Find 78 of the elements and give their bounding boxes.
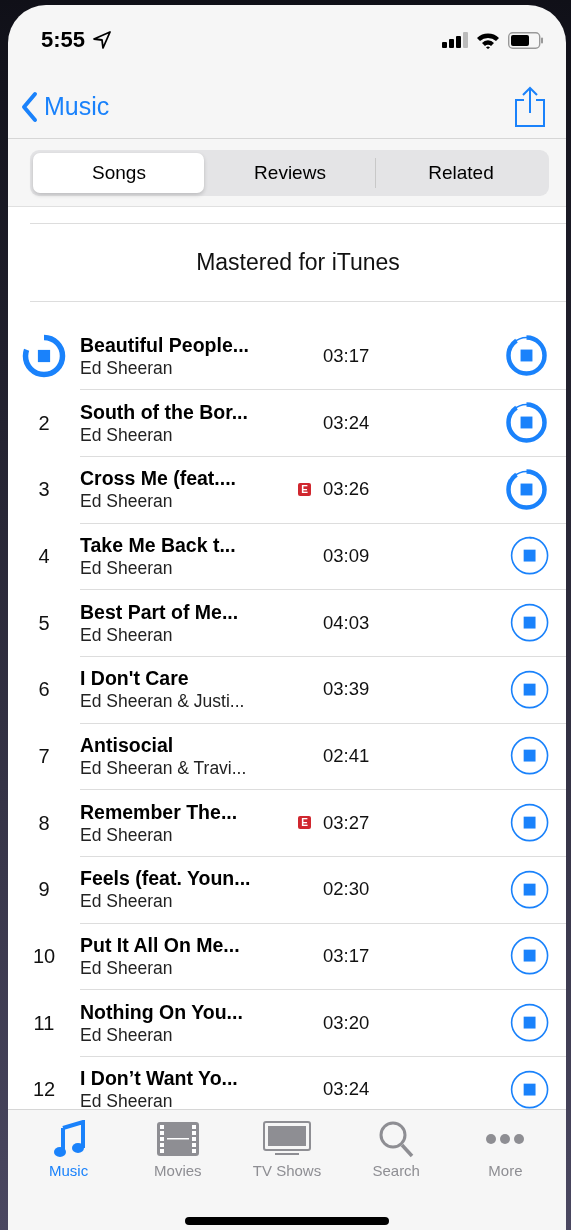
track-number: 9	[38, 878, 50, 902]
track-title[interactable]: I Don't Care	[80, 666, 285, 691]
track-artist: Ed Sheeran	[80, 957, 174, 980]
track-title[interactable]: Feels (feat. Youn...	[80, 866, 285, 891]
stop-download-button[interactable]	[509, 1069, 549, 1109]
track-number: 12	[32, 1078, 56, 1102]
share-icon[interactable]	[514, 85, 546, 128]
wifi-icon	[476, 31, 500, 49]
stop-download-button[interactable]	[509, 869, 549, 909]
track-title[interactable]: Cross Me (feat....	[80, 466, 285, 491]
segment-tab[interactable]: Reviews	[204, 152, 375, 193]
stop-download-button[interactable]	[504, 466, 549, 512]
battery-icon	[508, 31, 544, 49]
track-artist: Ed Sheeran	[80, 1023, 174, 1046]
track-artist: Ed Sheeran	[80, 356, 174, 379]
track-number: 3	[38, 478, 50, 502]
track-artist: Ed Sheeran	[80, 823, 174, 846]
explicit-badge: E	[298, 816, 311, 830]
stop-download-button[interactable]	[504, 400, 549, 446]
track-duration: 03:17	[323, 945, 370, 968]
stop-download-button[interactable]	[509, 803, 549, 843]
track-title[interactable]: Best Part of Me...	[80, 599, 285, 624]
track-artist: Ed Sheeran	[80, 423, 174, 446]
track-duration: 03:26	[323, 478, 370, 501]
track-duration: 03:09	[323, 544, 370, 567]
track-number: 5	[38, 611, 50, 635]
track-artist: Ed Sheeran	[80, 1090, 174, 1109]
segment-tab[interactable]: Related	[375, 157, 546, 188]
track-duration: 03:27	[323, 811, 370, 834]
track-number: 11	[33, 1011, 55, 1035]
track-artist: Ed Sheeran	[80, 556, 174, 579]
stop-download-button[interactable]	[509, 936, 549, 976]
track-title[interactable]: South of the Bor...	[80, 399, 285, 424]
track-number: 7	[38, 744, 50, 768]
explicit-badge: E	[298, 482, 311, 496]
status-time: 5:55	[41, 27, 86, 53]
track-title[interactable]: Beautiful People...	[80, 332, 285, 357]
track-number: 4	[38, 544, 50, 568]
track-title[interactable]: Nothing On You...	[80, 999, 285, 1024]
signal-icon	[442, 32, 468, 48]
track-duration: 03:39	[323, 678, 370, 701]
film-strip-icon	[155, 1121, 200, 1157]
track-duration: 02:30	[323, 878, 370, 901]
track-artist: Ed Sheeran	[80, 490, 174, 513]
track-artist: Ed Sheeran	[80, 890, 174, 913]
stop-download-button[interactable]	[509, 1003, 549, 1043]
track-duration: 04:03	[323, 611, 370, 634]
track-number: 8	[38, 811, 50, 835]
location-arrow-icon	[93, 31, 112, 49]
track-duration: 03:24	[323, 411, 370, 434]
stop-download-button[interactable]	[509, 669, 549, 709]
more-icon	[485, 1133, 526, 1145]
track-title[interactable]: I Don’t Want Yo...	[80, 1066, 285, 1091]
track-title[interactable]: Antisocial	[80, 732, 285, 757]
track-number: 10	[32, 945, 56, 969]
stop-download-button[interactable]	[509, 536, 549, 576]
section-title: Mastered for iTunes	[196, 249, 400, 276]
track-duration: 03:24	[323, 1078, 370, 1101]
tab-bar-item[interactable]: Music	[14, 1118, 124, 1180]
stop-download-button[interactable]	[509, 736, 549, 776]
tv-icon	[263, 1121, 311, 1157]
track-title[interactable]: Remember The...	[80, 799, 285, 824]
track-artist: Ed Sheeran & Justi...	[80, 690, 246, 713]
track-title[interactable]: Take Me Back t...	[80, 532, 285, 557]
segment-tab[interactable]: Songs	[33, 152, 204, 193]
track-duration: 03:17	[323, 344, 370, 367]
track-number: 6	[38, 678, 50, 702]
stop-download-button[interactable]	[504, 333, 549, 379]
track-duration: 02:41	[323, 744, 370, 767]
track-artist: Ed Sheeran & Travi...	[80, 756, 248, 779]
music-note-icon	[52, 1120, 85, 1158]
track-artist: Ed Sheeran	[80, 623, 174, 646]
search-icon	[378, 1120, 415, 1158]
chevron-left-icon	[20, 90, 38, 123]
track-title[interactable]: Put It All On Me...	[80, 933, 285, 958]
track-number: 2	[38, 411, 50, 435]
stop-download-button[interactable]	[509, 603, 549, 643]
track-duration: 03:20	[323, 1011, 370, 1034]
